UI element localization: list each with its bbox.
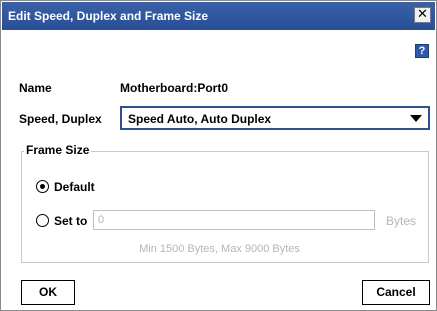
help-icon[interactable]: ? bbox=[415, 44, 429, 58]
ok-button[interactable]: OK bbox=[21, 280, 75, 305]
frame-size-hint: Min 1500 Bytes, Max 9000 Bytes bbox=[139, 243, 300, 255]
speed-duplex-select[interactable]: Speed Auto, Auto Duplex bbox=[120, 106, 430, 130]
set-to-radio[interactable] bbox=[36, 214, 49, 227]
default-radio[interactable] bbox=[36, 180, 49, 193]
title-bar[interactable]: Edit Speed, Duplex and Frame Size ✕ bbox=[2, 2, 435, 30]
cancel-button[interactable]: Cancel bbox=[362, 280, 430, 305]
close-icon[interactable]: ✕ bbox=[414, 7, 431, 23]
frame-size-input[interactable]: 0 bbox=[93, 210, 375, 230]
set-to-radio-label[interactable]: Set to bbox=[54, 214, 87, 228]
bytes-unit-label: Bytes bbox=[386, 214, 417, 228]
name-value: Motherboard:Port0 bbox=[120, 81, 228, 95]
speed-duplex-selected-value: Speed Auto, Auto Duplex bbox=[128, 112, 272, 126]
frame-size-legend: Frame Size bbox=[24, 143, 92, 157]
default-radio-label[interactable]: Default bbox=[54, 180, 95, 194]
chevron-down-icon[interactable] bbox=[410, 115, 422, 122]
edit-speed-duplex-dialog: Edit Speed, Duplex and Frame Size ✕ ? Na… bbox=[0, 0, 437, 311]
dialog-title: Edit Speed, Duplex and Frame Size bbox=[8, 9, 209, 23]
speed-duplex-label: Speed, Duplex bbox=[19, 112, 102, 126]
name-label: Name bbox=[19, 81, 52, 95]
radio-selected-dot bbox=[40, 184, 45, 189]
